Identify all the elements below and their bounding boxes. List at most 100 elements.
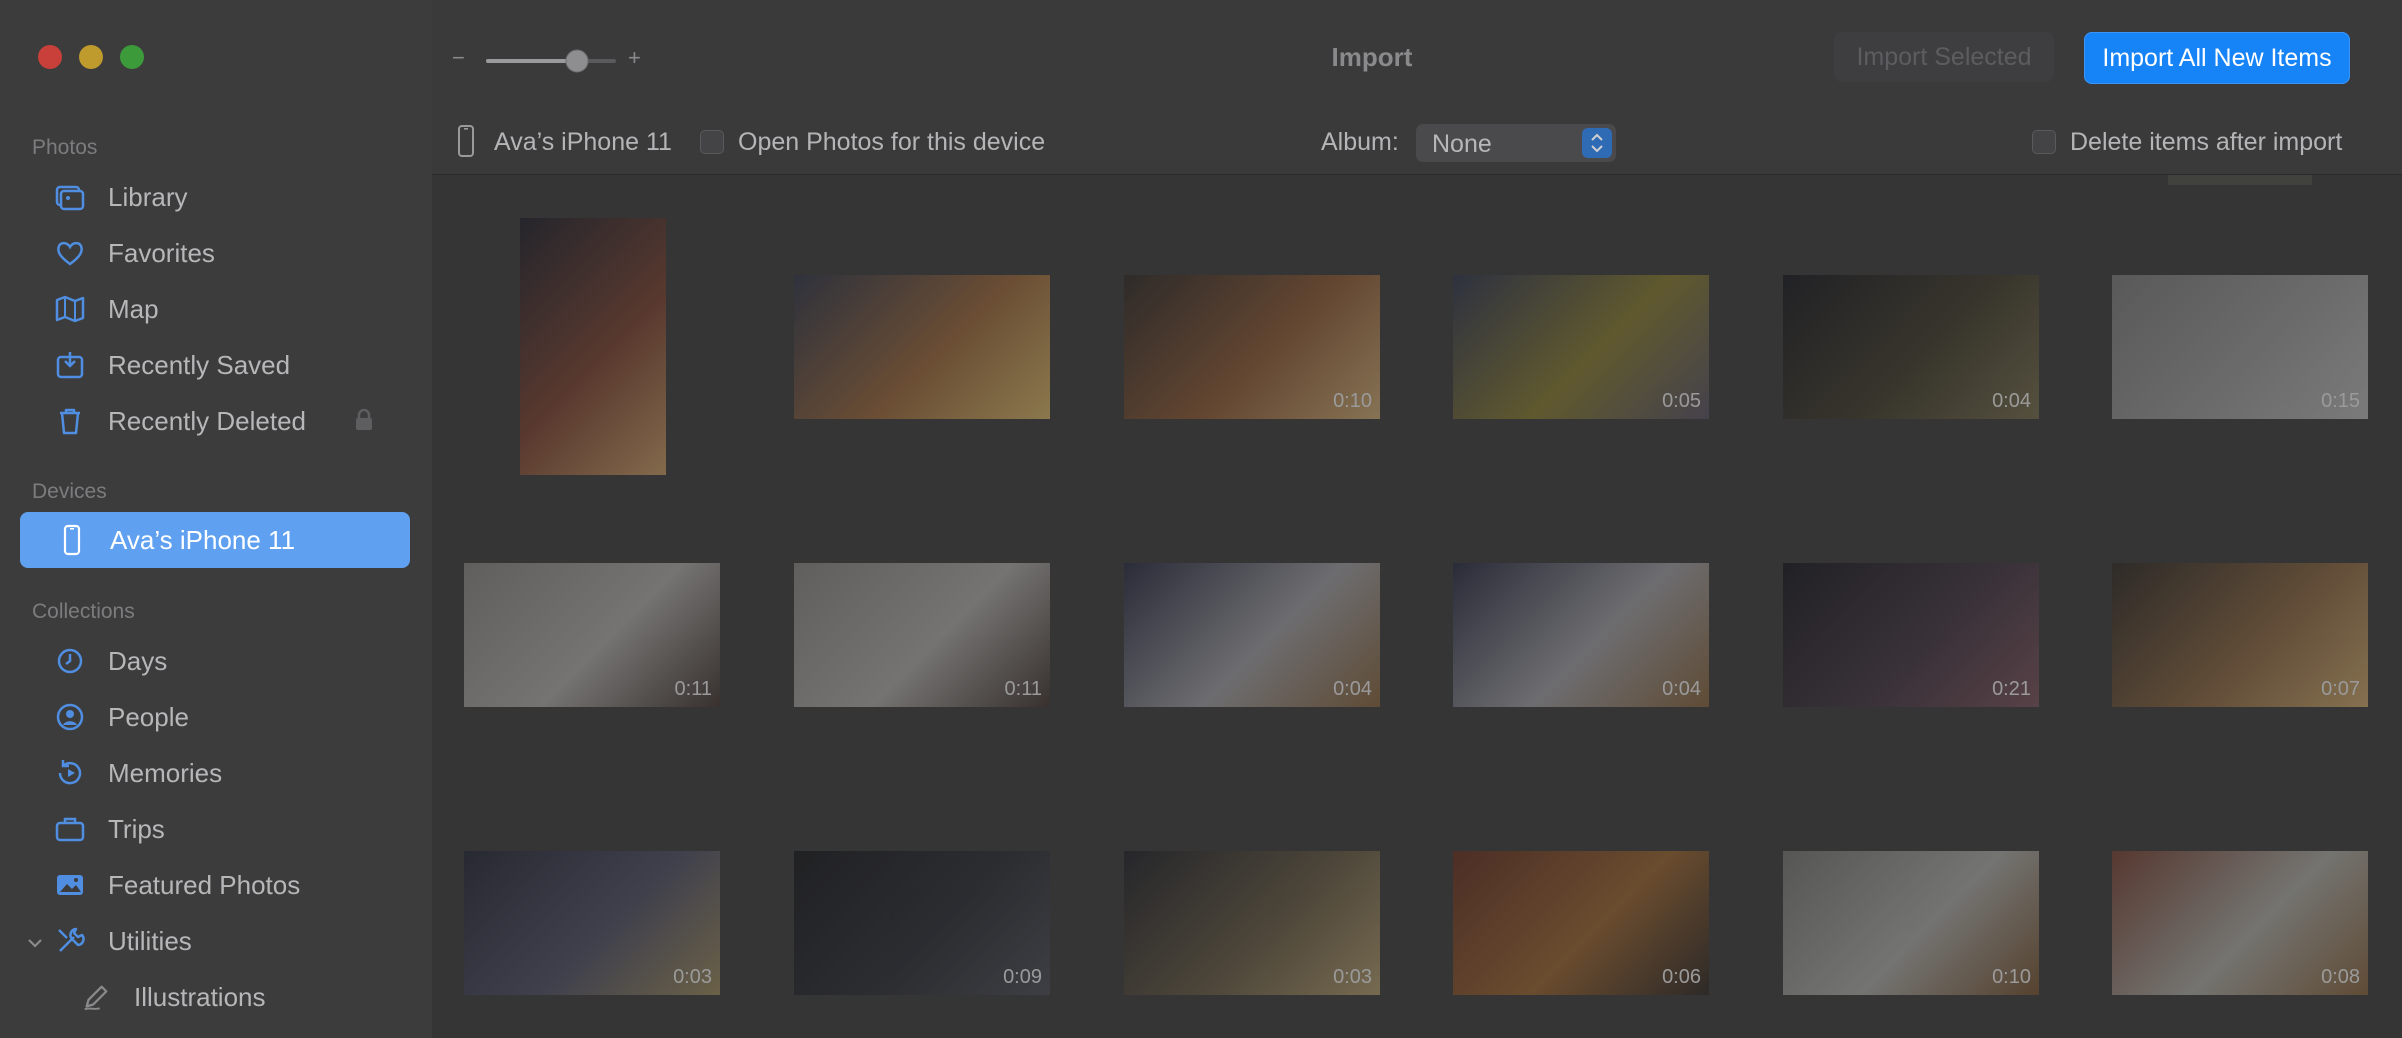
sidebar-item-favorites[interactable]: Favorites	[20, 226, 410, 280]
minimize-window-button[interactable]	[79, 45, 103, 69]
video-duration: 0:21	[1992, 678, 2031, 700]
sidebar-item-people[interactable]: People	[20, 690, 410, 744]
suitcase-icon	[52, 811, 88, 847]
sidebar-item-label: Library	[108, 181, 188, 212]
album-select-value: None	[1432, 130, 1492, 158]
sidebar-item-recently-saved[interactable]: Recently Saved	[20, 338, 410, 392]
close-window-button[interactable]	[38, 45, 62, 69]
chevron-up-down-icon	[1582, 128, 1612, 158]
sidebar-item-utilities[interactable]: Utilities	[20, 914, 410, 968]
sidebar-item-label: Featured Photos	[108, 869, 301, 900]
map-icon	[52, 291, 88, 327]
sidebar-item-label: Map	[108, 293, 159, 324]
import-options-bar: Ava’s iPhone 11 Open Photos for this dev…	[432, 112, 2402, 175]
photo-thumbnail[interactable]: 0:10	[1783, 851, 2039, 995]
photo-thumbnail[interactable]: 0:04	[1783, 275, 2039, 419]
photo-thumbnail[interactable]: 0:05	[1453, 275, 1709, 419]
iphone-icon	[54, 522, 90, 558]
chevron-down-icon[interactable]	[26, 928, 44, 959]
photo-thumbnail[interactable]: 0:04	[1124, 563, 1380, 707]
photo-thumbnail[interactable]: 0:03	[464, 851, 720, 995]
video-duration: 0:11	[1004, 678, 1042, 700]
sidebar-item-recently-deleted[interactable]: Recently Deleted	[20, 394, 410, 448]
video-duration: 0:05	[1662, 390, 1701, 412]
sidebar-item-label: Trips	[108, 813, 165, 844]
sidebar-item-label: Memories	[108, 757, 223, 788]
devices-section-header: Devices	[32, 480, 107, 503]
lock-icon	[354, 408, 374, 439]
video-duration: 0:08	[2321, 966, 2360, 988]
photo-thumbnail[interactable]: 0:07	[2112, 563, 2368, 707]
pen-icon	[78, 979, 114, 1015]
video-duration: 0:11	[674, 678, 712, 700]
sidebar-item-days[interactable]: Days	[20, 634, 410, 688]
recently-saved-icon	[52, 347, 88, 383]
video-duration: 0:03	[1333, 966, 1372, 988]
video-duration: 0:15	[2321, 390, 2360, 412]
photo-thumbnail[interactable]: 0:21	[1783, 563, 2039, 707]
video-duration: 0:09	[1003, 966, 1042, 988]
iphone-icon	[456, 124, 476, 163]
sidebar-item-label: Days	[108, 645, 168, 676]
heart-icon	[52, 235, 88, 271]
photo-icon	[52, 867, 88, 903]
zoom-knob[interactable]	[565, 49, 589, 73]
import-selected-button[interactable]: Import Selected	[1834, 32, 2054, 82]
sidebar-item-featured-photos[interactable]: Featured Photos	[20, 858, 410, 912]
photo-thumbnail[interactable]: 0:11	[794, 563, 1050, 707]
sidebar-item-illustrations[interactable]: Illustrations	[20, 970, 410, 1024]
zoom-out-label: −	[452, 45, 465, 70]
sidebar-item-label: Recently Saved	[108, 349, 291, 380]
import-all-new-items-button[interactable]: Import All New Items	[2084, 32, 2350, 84]
photo-thumbnail[interactable]: 0:11	[464, 563, 720, 707]
sidebar-item-label: Recently Deleted	[108, 405, 306, 436]
open-photos-checkbox[interactable]	[700, 130, 724, 154]
sidebar-item-label: People	[108, 701, 189, 732]
photo-thumbnail[interactable]: 0:03	[1124, 851, 1380, 995]
open-photos-label[interactable]: Open Photos for this device	[738, 128, 1045, 157]
trash-icon	[52, 403, 88, 439]
delete-after-import-label[interactable]: Delete items after import	[2070, 128, 2342, 157]
sidebar-item-map[interactable]: Map	[20, 282, 410, 336]
sidebar-item-trips[interactable]: Trips	[20, 802, 410, 856]
sidebar-item-label: Ava’s iPhone 11	[110, 524, 296, 555]
clock-icon	[52, 643, 88, 679]
photos-section-header: Photos	[32, 136, 98, 159]
person-icon	[52, 699, 88, 735]
library-icon	[52, 179, 88, 215]
memories-icon	[52, 755, 88, 791]
zoom-window-button[interactable]	[120, 45, 144, 69]
photo-thumbnail[interactable]	[794, 275, 1050, 419]
photo-thumbnail[interactable]: 0:09	[794, 851, 1050, 995]
window-title: Import	[1331, 42, 1413, 72]
import-view: − + Import Import Selected Import All Ne…	[432, 0, 2402, 1038]
zoom-fill	[486, 59, 577, 63]
photo-thumbnail[interactable]: 0:08	[2112, 851, 2368, 995]
sidebar-item-library[interactable]: Library	[20, 170, 410, 224]
album-select[interactable]: None	[1416, 124, 1616, 162]
sidebar-item-device[interactable]: Ava’s iPhone 11	[20, 512, 410, 568]
album-label: Album:	[1321, 128, 1399, 156]
sidebar-item-label: Utilities	[108, 925, 192, 956]
tools-icon	[52, 923, 88, 959]
photo-thumbnail[interactable]: 0:15	[2112, 275, 2368, 419]
video-duration: 0:04	[1333, 678, 1372, 700]
thumbnail-grid: 0:10 0:05 0:04 0:15 0:11 0:11 0:04 0:04 0:21 0:07…	[432, 175, 2402, 1038]
device-name: Ava’s iPhone 11	[494, 128, 672, 156]
photo-thumbnail-partial[interactable]	[2168, 175, 2312, 185]
video-duration: 0:03	[673, 966, 712, 988]
photo-thumbnail[interactable]	[520, 218, 666, 475]
sidebar-item-label: Favorites	[108, 237, 215, 268]
zoom-in-label: +	[628, 45, 641, 70]
delete-after-import-checkbox[interactable]	[2032, 130, 2056, 154]
video-duration: 0:06	[1662, 966, 1701, 988]
collections-section-header: Collections	[32, 600, 135, 623]
photo-thumbnail[interactable]: 0:06	[1453, 851, 1709, 995]
video-duration: 0:10	[1333, 390, 1372, 412]
photo-thumbnail[interactable]: 0:10	[1124, 275, 1380, 419]
sidebar-item-label: Illustrations	[134, 981, 266, 1012]
video-duration: 0:10	[1992, 966, 2031, 988]
video-duration: 0:07	[2321, 678, 2360, 700]
photo-thumbnail[interactable]: 0:04	[1453, 563, 1709, 707]
sidebar-item-memories[interactable]: Memories	[20, 746, 410, 800]
